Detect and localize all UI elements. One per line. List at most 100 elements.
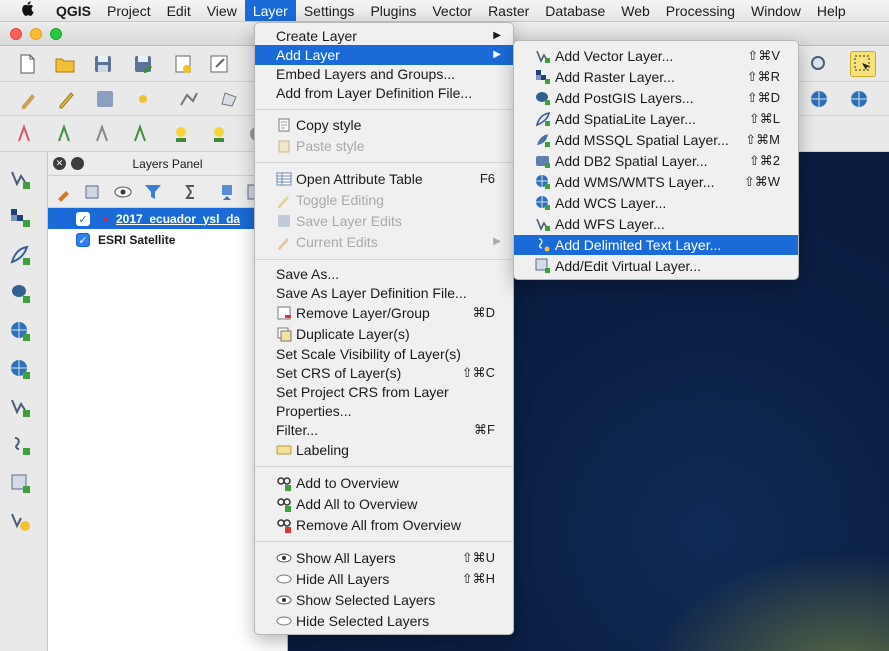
layer-item[interactable]: ✓ 2017_ecuador_ysl_da <box>48 208 287 229</box>
menu-item-duplicate-layer[interactable]: Duplicate Layer(s) <box>255 324 513 344</box>
submenu-item-add-wcs-layer[interactable]: Add WCS Layer... <box>514 193 798 213</box>
menu-item-add-to-overview[interactable]: Add to Overview <box>255 473 513 493</box>
new-project-icon[interactable] <box>14 51 40 77</box>
menu-item-save-as[interactable]: Save As... <box>255 264 513 284</box>
add-vector-layer-icon[interactable] <box>5 164 35 194</box>
menu-processing[interactable]: Processing <box>658 0 743 21</box>
menu-vector[interactable]: Vector <box>424 0 480 21</box>
submenu-item-add-virtual-layer[interactable]: Add/Edit Virtual Layer... <box>514 256 798 276</box>
menu-item-set-project-crs[interactable]: Set Project CRS from Layer <box>255 382 513 402</box>
menu-project[interactable]: Project <box>99 0 159 21</box>
menu-item-filter[interactable]: Filter... ⌘F <box>255 420 513 440</box>
submenu-item-add-spatialite-layer[interactable]: Add SpatiaLite Layer... ⇧⌘L <box>514 109 798 129</box>
add-point-icon[interactable] <box>130 86 156 112</box>
current-edits-toolbar-icon[interactable] <box>16 86 42 112</box>
layout-manager-icon[interactable] <box>206 51 232 77</box>
open-project-icon[interactable] <box>52 51 78 77</box>
layer-checkbox[interactable]: ✓ <box>76 232 90 247</box>
add-wcs-toolbar-icon[interactable] <box>846 86 872 112</box>
close-icon[interactable]: ✕ <box>53 157 66 170</box>
layer-checkbox[interactable]: ✓ <box>76 211 90 226</box>
show-hide-labels-icon[interactable] <box>92 121 118 147</box>
new-layer-icon[interactable] <box>5 506 35 536</box>
apple-icon[interactable] <box>12 1 42 20</box>
menu-item-save-as-definition[interactable]: Save As Layer Definition File... <box>255 283 513 303</box>
add-postgis-layer-icon[interactable] <box>5 278 35 308</box>
add-wcs-layer-icon[interactable] <box>5 354 35 384</box>
menu-item-hide-selected-layers[interactable]: Hide Selected Layers <box>255 611 513 631</box>
pin-labels-icon[interactable] <box>54 121 80 147</box>
submenu-item-add-db2-layer[interactable]: Add DB2 Spatial Layer... ⇧⌘2 <box>514 151 798 171</box>
menu-item-properties[interactable]: Properties... <box>255 401 513 421</box>
add-polygon-icon[interactable] <box>216 86 242 112</box>
minimize-window-button[interactable] <box>30 28 42 40</box>
submenu-item-add-vector-layer[interactable]: Add Vector Layer... ⇧⌘V <box>514 46 798 66</box>
toggle-editing-icon[interactable] <box>54 86 80 112</box>
expand-all-icon[interactable] <box>214 179 240 205</box>
menu-window[interactable]: Window <box>743 0 809 21</box>
label-tool-icon[interactable] <box>14 121 40 147</box>
menu-view[interactable]: View <box>199 0 245 21</box>
expression-filter-icon[interactable] <box>178 179 204 205</box>
select-features-icon[interactable] <box>850 51 876 77</box>
menu-help[interactable]: Help <box>809 0 854 21</box>
add-spatialite-layer-icon[interactable] <box>5 240 35 270</box>
menu-raster[interactable]: Raster <box>480 0 537 21</box>
save-project-icon[interactable] <box>90 51 116 77</box>
change-label-icon[interactable] <box>206 121 232 147</box>
menu-item-set-crs[interactable]: Set CRS of Layer(s) ⇧⌘C <box>255 363 513 383</box>
add-wms-toolbar-icon[interactable] <box>806 86 832 112</box>
menu-database[interactable]: Database <box>537 0 613 21</box>
add-wfs-layer-icon[interactable] <box>5 392 35 422</box>
move-label-icon[interactable] <box>130 121 156 147</box>
menu-item-scale-visibility[interactable]: Set Scale Visibility of Layer(s) <box>255 344 513 364</box>
add-line-icon[interactable] <box>176 86 202 112</box>
new-print-layout-icon[interactable] <box>170 51 196 77</box>
submenu-item-add-delimited-text-layer[interactable]: Add Delimited Text Layer... <box>514 235 798 255</box>
menu-item-add-all-to-overview[interactable]: Add All to Overview <box>255 494 513 514</box>
submenu-item-add-raster-layer[interactable]: Add Raster Layer... ⇧⌘R <box>514 67 798 87</box>
add-delimited-text-icon[interactable] <box>5 430 35 460</box>
menu-item-copy-style[interactable]: Copy style <box>255 115 513 135</box>
add-raster-layer-icon[interactable] <box>5 202 35 232</box>
menu-item-open-attribute-table[interactable]: Open Attribute Table F6 <box>255 169 513 189</box>
menu-plugins[interactable]: Plugins <box>362 0 424 21</box>
save-layer-edits-icon[interactable] <box>92 86 118 112</box>
menu-item-remove-all-from-overview[interactable]: Remove All from Overview <box>255 515 513 535</box>
save-as-icon[interactable] <box>130 51 156 77</box>
identify-tool-icon[interactable] <box>806 51 832 77</box>
menu-item-show-selected-layers[interactable]: Show Selected Layers <box>255 590 513 610</box>
menu-item-add-layer[interactable]: Add Layer ▶ <box>255 45 513 65</box>
zoom-window-button[interactable] <box>50 28 62 40</box>
menu-item-labeling[interactable]: Labeling <box>255 440 513 460</box>
menu-item-hide-all-layers[interactable]: Hide All Layers ⇧⌘H <box>255 569 513 589</box>
visibility-eye-icon[interactable] <box>110 179 136 205</box>
diagram-options-icon[interactable] <box>168 121 194 147</box>
menu-item-toggle-editing[interactable]: Toggle Editing <box>255 190 513 210</box>
menu-item-embed-layers[interactable]: Embed Layers and Groups... <box>255 64 513 84</box>
style-brush-icon[interactable] <box>52 179 78 205</box>
layer-item[interactable]: ✓ ESRI Satellite <box>48 229 287 250</box>
add-group-icon[interactable] <box>80 179 106 205</box>
submenu-item-add-wfs-layer[interactable]: Add WFS Layer... <box>514 214 798 234</box>
menu-settings[interactable]: Settings <box>296 0 363 21</box>
menu-item-paste-style[interactable]: Paste style <box>255 136 513 156</box>
menu-item-add-from-definition[interactable]: Add from Layer Definition File... <box>255 83 513 103</box>
menu-item-remove-layer[interactable]: Remove Layer/Group ⌘D <box>255 303 513 323</box>
menu-qgis[interactable]: QGIS <box>42 0 99 21</box>
menu-web[interactable]: Web <box>613 0 658 21</box>
menu-edit[interactable]: Edit <box>159 0 199 21</box>
submenu-item-add-wms-layer[interactable]: Add WMS/WMTS Layer... ⇧⌘W <box>514 172 798 192</box>
add-wms-layer-icon[interactable] <box>5 316 35 346</box>
add-virtual-layer-icon[interactable] <box>5 468 35 498</box>
float-panel-icon[interactable] <box>71 157 84 170</box>
close-window-button[interactable] <box>10 28 22 40</box>
menu-item-current-edits[interactable]: Current Edits ▶ <box>255 232 513 252</box>
menu-item-save-layer-edits[interactable]: Save Layer Edits <box>255 211 513 231</box>
filter-icon[interactable] <box>140 179 166 205</box>
submenu-item-add-mssql-layer[interactable]: Add MSSQL Spatial Layer... ⇧⌘M <box>514 130 798 150</box>
menu-layer[interactable]: Layer <box>244 0 296 21</box>
menu-item-create-layer[interactable]: Create Layer ▶ <box>255 26 513 46</box>
menu-item-show-all-layers[interactable]: Show All Layers ⇧⌘U <box>255 548 513 568</box>
submenu-item-add-postgis-layers[interactable]: Add PostGIS Layers... ⇧⌘D <box>514 88 798 108</box>
